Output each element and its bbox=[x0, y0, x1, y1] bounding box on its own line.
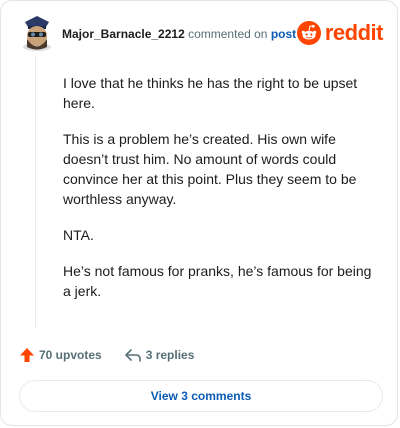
post-link[interactable]: post bbox=[271, 27, 296, 41]
view-comments-button[interactable]: View 3 comments bbox=[19, 380, 383, 412]
comment-paragraph: NTA. bbox=[63, 227, 94, 243]
reddit-brand[interactable]: reddit bbox=[296, 19, 384, 47]
upvote-arrow-icon bbox=[20, 348, 34, 362]
comment-paragraph: I love that he thinks he has the right t… bbox=[63, 75, 358, 111]
reply-arrow-icon bbox=[124, 349, 141, 362]
comment-paragraph: This is a problem he’s created. His own … bbox=[63, 131, 357, 207]
comment-card: Major_Barnacle_2212 commented on post re… bbox=[0, 0, 398, 426]
comment-paragraph: He’s not famous for pranks, he’s famous … bbox=[63, 263, 372, 299]
comment-body: I love that he thinks he has the right t… bbox=[63, 73, 381, 317]
reddit-wordmark: reddit bbox=[324, 20, 384, 45]
comment-header: Major_Barnacle_2212 commented on post re… bbox=[19, 14, 384, 54]
author-line: Major_Barnacle_2212 commented on post bbox=[62, 27, 296, 41]
thread-line bbox=[35, 57, 36, 327]
upvote-count: 70 upvotes bbox=[39, 348, 102, 362]
action-text: commented on bbox=[188, 27, 268, 41]
avatar-icon bbox=[23, 16, 51, 51]
reply-count: 3 replies bbox=[145, 348, 195, 362]
upvote-button[interactable]: 70 upvotes bbox=[19, 347, 102, 363]
avatar[interactable] bbox=[19, 14, 55, 52]
reddit-logo-icon bbox=[296, 21, 321, 45]
reply-button[interactable]: 3 replies bbox=[124, 347, 195, 363]
comment-footer: 70 upvotes 3 replies bbox=[19, 345, 216, 365]
author-name[interactable]: Major_Barnacle_2212 bbox=[62, 27, 185, 41]
